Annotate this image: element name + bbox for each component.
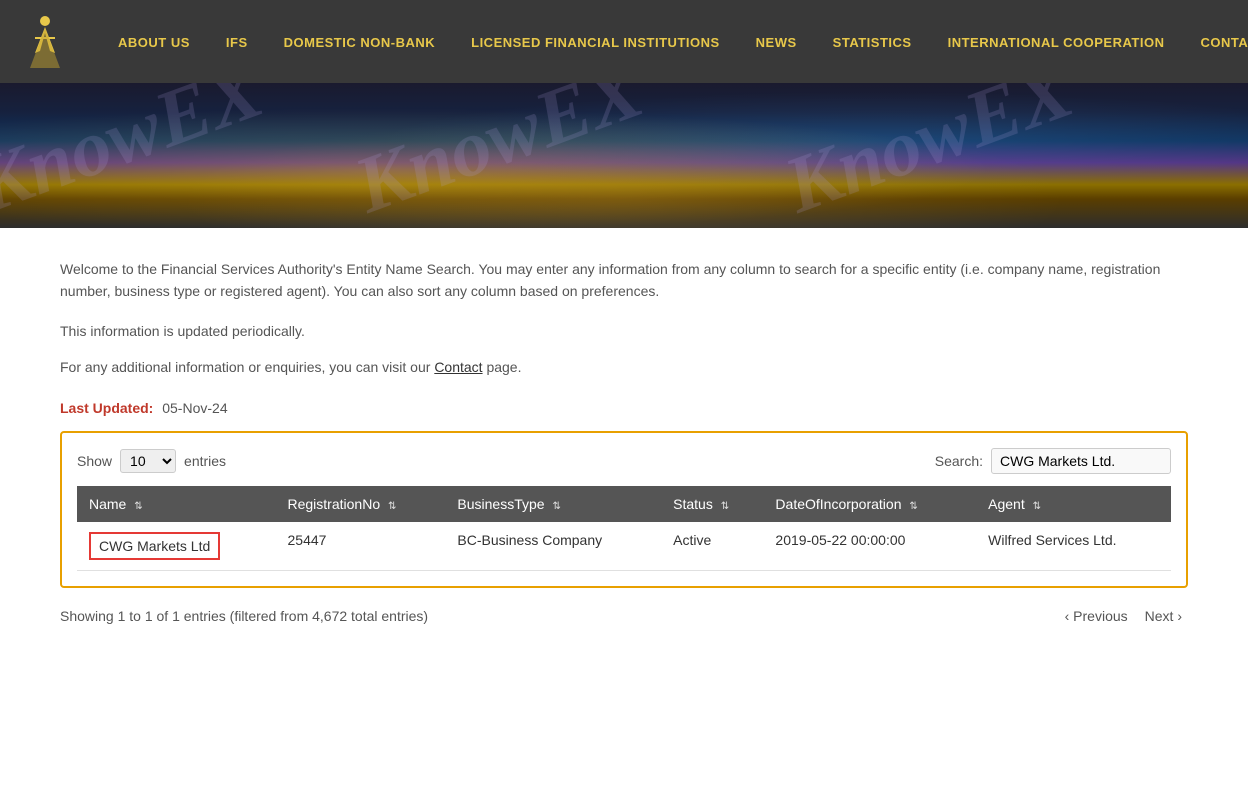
cell-reg-no: 25447 bbox=[276, 522, 446, 571]
col-date-of-incorporation[interactable]: DateOfIncorporation ⇅ bbox=[763, 486, 976, 522]
entries-select[interactable]: 10 25 50 100 bbox=[120, 449, 176, 473]
col-status[interactable]: Status ⇅ bbox=[661, 486, 763, 522]
logo-icon bbox=[20, 13, 70, 68]
sort-arrows-name: ⇅ bbox=[134, 501, 142, 512]
name-cell-highlighted: CWG Markets Ltd bbox=[89, 532, 220, 560]
col-reg-no[interactable]: RegistrationNo ⇅ bbox=[276, 486, 446, 522]
col-agent[interactable]: Agent ⇅ bbox=[976, 486, 1171, 522]
sort-arrows-agent: ⇅ bbox=[1033, 501, 1041, 512]
contact-paragraph: For any additional information or enquir… bbox=[60, 359, 1188, 375]
show-entries-control: Show 10 25 50 100 entries bbox=[77, 449, 226, 473]
intro-paragraph: Welcome to the Financial Services Author… bbox=[60, 258, 1188, 303]
contact-pre: For any additional information or enquir… bbox=[60, 359, 434, 375]
nav-links: ABOUT US IFS DOMESTIC NON-BANK LICENSED … bbox=[100, 34, 1248, 50]
data-table: Name ⇅ RegistrationNo ⇅ BusinessType ⇅ S… bbox=[77, 486, 1171, 571]
nav-item-statistics[interactable]: STATISTICS bbox=[815, 34, 930, 50]
hero-banner: KnowEX KnowEX KnowEX bbox=[0, 83, 1248, 228]
cell-name: CWG Markets Ltd bbox=[77, 522, 276, 571]
cell-business-type: BC-Business Company bbox=[445, 522, 661, 571]
last-updated-value: 05-Nov-24 bbox=[162, 400, 227, 416]
contact-link[interactable]: Contact bbox=[434, 359, 482, 375]
sort-arrows-doi: ⇅ bbox=[909, 501, 917, 512]
last-updated: Last Updated: 05-Nov-24 bbox=[60, 400, 1188, 416]
show-label: Show bbox=[77, 453, 112, 469]
last-updated-label: Last Updated: bbox=[60, 400, 153, 416]
pagination-links: ‹ Previous Next › bbox=[1059, 606, 1188, 626]
navbar: ABOUT US IFS DOMESTIC NON-BANK LICENSED … bbox=[0, 0, 1248, 83]
nav-item-international-cooperation[interactable]: INTERNATIONAL COOPERATION bbox=[930, 34, 1183, 50]
cell-doi: 2019-05-22 00:00:00 bbox=[763, 522, 976, 571]
col-business-type[interactable]: BusinessType ⇅ bbox=[445, 486, 661, 522]
next-button[interactable]: Next › bbox=[1139, 606, 1188, 626]
update-notice: This information is updated periodically… bbox=[60, 323, 1188, 339]
pagination-info: Showing 1 to 1 of 1 entries (filtered fr… bbox=[60, 608, 428, 624]
table-body: CWG Markets Ltd 25447 BC-Business Compan… bbox=[77, 522, 1171, 571]
nav-item-domestic-non-bank[interactable]: DOMESTIC NON-BANK bbox=[266, 34, 454, 50]
pagination-row: Showing 1 to 1 of 1 entries (filtered fr… bbox=[60, 598, 1188, 634]
nav-item-licensed-fi[interactable]: LICENSED FINANCIAL INSTITUTIONS bbox=[453, 34, 738, 50]
table-row: CWG Markets Ltd 25447 BC-Business Compan… bbox=[77, 522, 1171, 571]
nav-item-ifs[interactable]: IFS bbox=[208, 34, 266, 50]
sort-arrows-biztype: ⇅ bbox=[552, 501, 560, 512]
nav-item-about-us[interactable]: ABOUT US bbox=[100, 34, 208, 50]
cell-status: Active bbox=[661, 522, 763, 571]
previous-button[interactable]: ‹ Previous bbox=[1059, 606, 1134, 626]
sort-arrows-status: ⇅ bbox=[721, 501, 729, 512]
nav-item-news[interactable]: NEWS bbox=[738, 34, 815, 50]
col-name[interactable]: Name ⇅ bbox=[77, 486, 276, 522]
sort-arrows-regno: ⇅ bbox=[388, 501, 396, 512]
main-content: Welcome to the Financial Services Author… bbox=[0, 228, 1248, 654]
cell-agent: Wilfred Services Ltd. bbox=[976, 522, 1171, 571]
table-header-row: Name ⇅ RegistrationNo ⇅ BusinessType ⇅ S… bbox=[77, 486, 1171, 522]
contact-post: page. bbox=[483, 359, 522, 375]
table-container: Show 10 25 50 100 entries Search: Name bbox=[60, 431, 1188, 588]
logo[interactable] bbox=[20, 13, 70, 71]
search-box: Search: bbox=[935, 448, 1171, 474]
hero-overlay bbox=[0, 83, 1248, 228]
search-input[interactable] bbox=[991, 448, 1171, 474]
search-label: Search: bbox=[935, 453, 983, 469]
entries-label: entries bbox=[184, 453, 226, 469]
table-controls: Show 10 25 50 100 entries Search: bbox=[77, 448, 1171, 474]
nav-item-contact-us[interactable]: CONTACT US bbox=[1182, 34, 1248, 50]
